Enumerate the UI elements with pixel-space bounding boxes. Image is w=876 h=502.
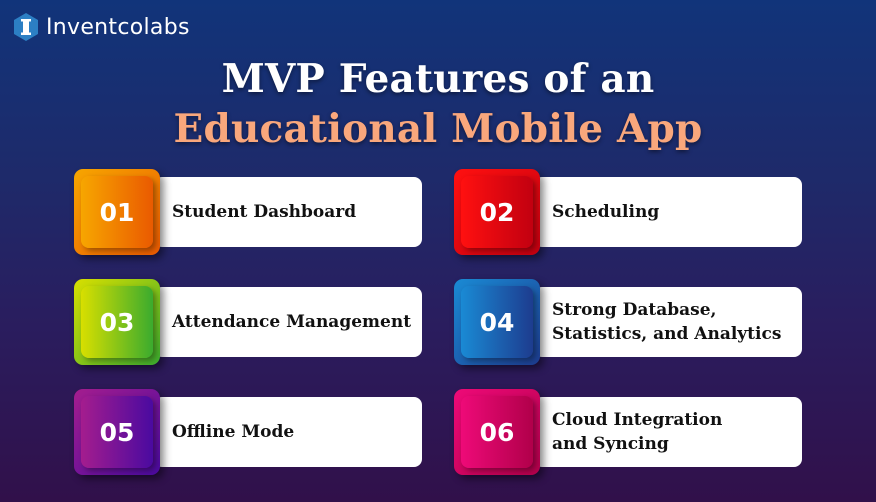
hexagon-i-logo-icon <box>14 13 38 41</box>
feature-number: 02 <box>461 176 533 248</box>
brand-name: Inventcolabs <box>46 14 190 40</box>
feature-item: Scheduling 02 <box>454 169 804 255</box>
feature-card: Strong Database, Statistics, and Analyti… <box>534 287 802 357</box>
feature-number-badge: 01 <box>74 169 160 255</box>
feature-label: Cloud Integration and Syncing <box>552 410 723 454</box>
feature-label: Offline Mode <box>172 422 295 442</box>
feature-label: Strong Database, Statistics, and Analyti… <box>552 300 782 344</box>
feature-label: Attendance Management <box>172 312 412 332</box>
feature-number: 06 <box>461 396 533 468</box>
feature-number: 03 <box>81 286 153 358</box>
feature-item: Student Dashboard 01 <box>74 169 424 255</box>
feature-card: Scheduling <box>534 177 802 247</box>
feature-card: Cloud Integration and Syncing <box>534 397 802 467</box>
feature-card: Offline Mode <box>154 397 422 467</box>
feature-label: Student Dashboard <box>172 202 357 222</box>
feature-number-badge: 06 <box>454 389 540 475</box>
page-title-line2: Educational Mobile App <box>173 106 703 152</box>
feature-card: Attendance Management <box>154 287 422 357</box>
feature-number-badge: 03 <box>74 279 160 365</box>
feature-number-badge: 04 <box>454 279 540 365</box>
feature-item: Strong Database, Statistics, and Analyti… <box>454 279 804 365</box>
feature-item: Cloud Integration and Syncing 06 <box>454 389 804 475</box>
feature-item: Attendance Management 03 <box>74 279 424 365</box>
feature-number-badge: 02 <box>454 169 540 255</box>
feature-item: Offline Mode 05 <box>74 389 424 475</box>
feature-number: 05 <box>81 396 153 468</box>
brand-logo: Inventcolabs <box>14 13 190 41</box>
feature-number-badge: 05 <box>74 389 160 475</box>
feature-card: Student Dashboard <box>154 177 422 247</box>
feature-label: Scheduling <box>552 202 660 222</box>
feature-number: 04 <box>461 286 533 358</box>
feature-number: 01 <box>81 176 153 248</box>
page-title-line1: MVP Features of an <box>221 56 655 102</box>
